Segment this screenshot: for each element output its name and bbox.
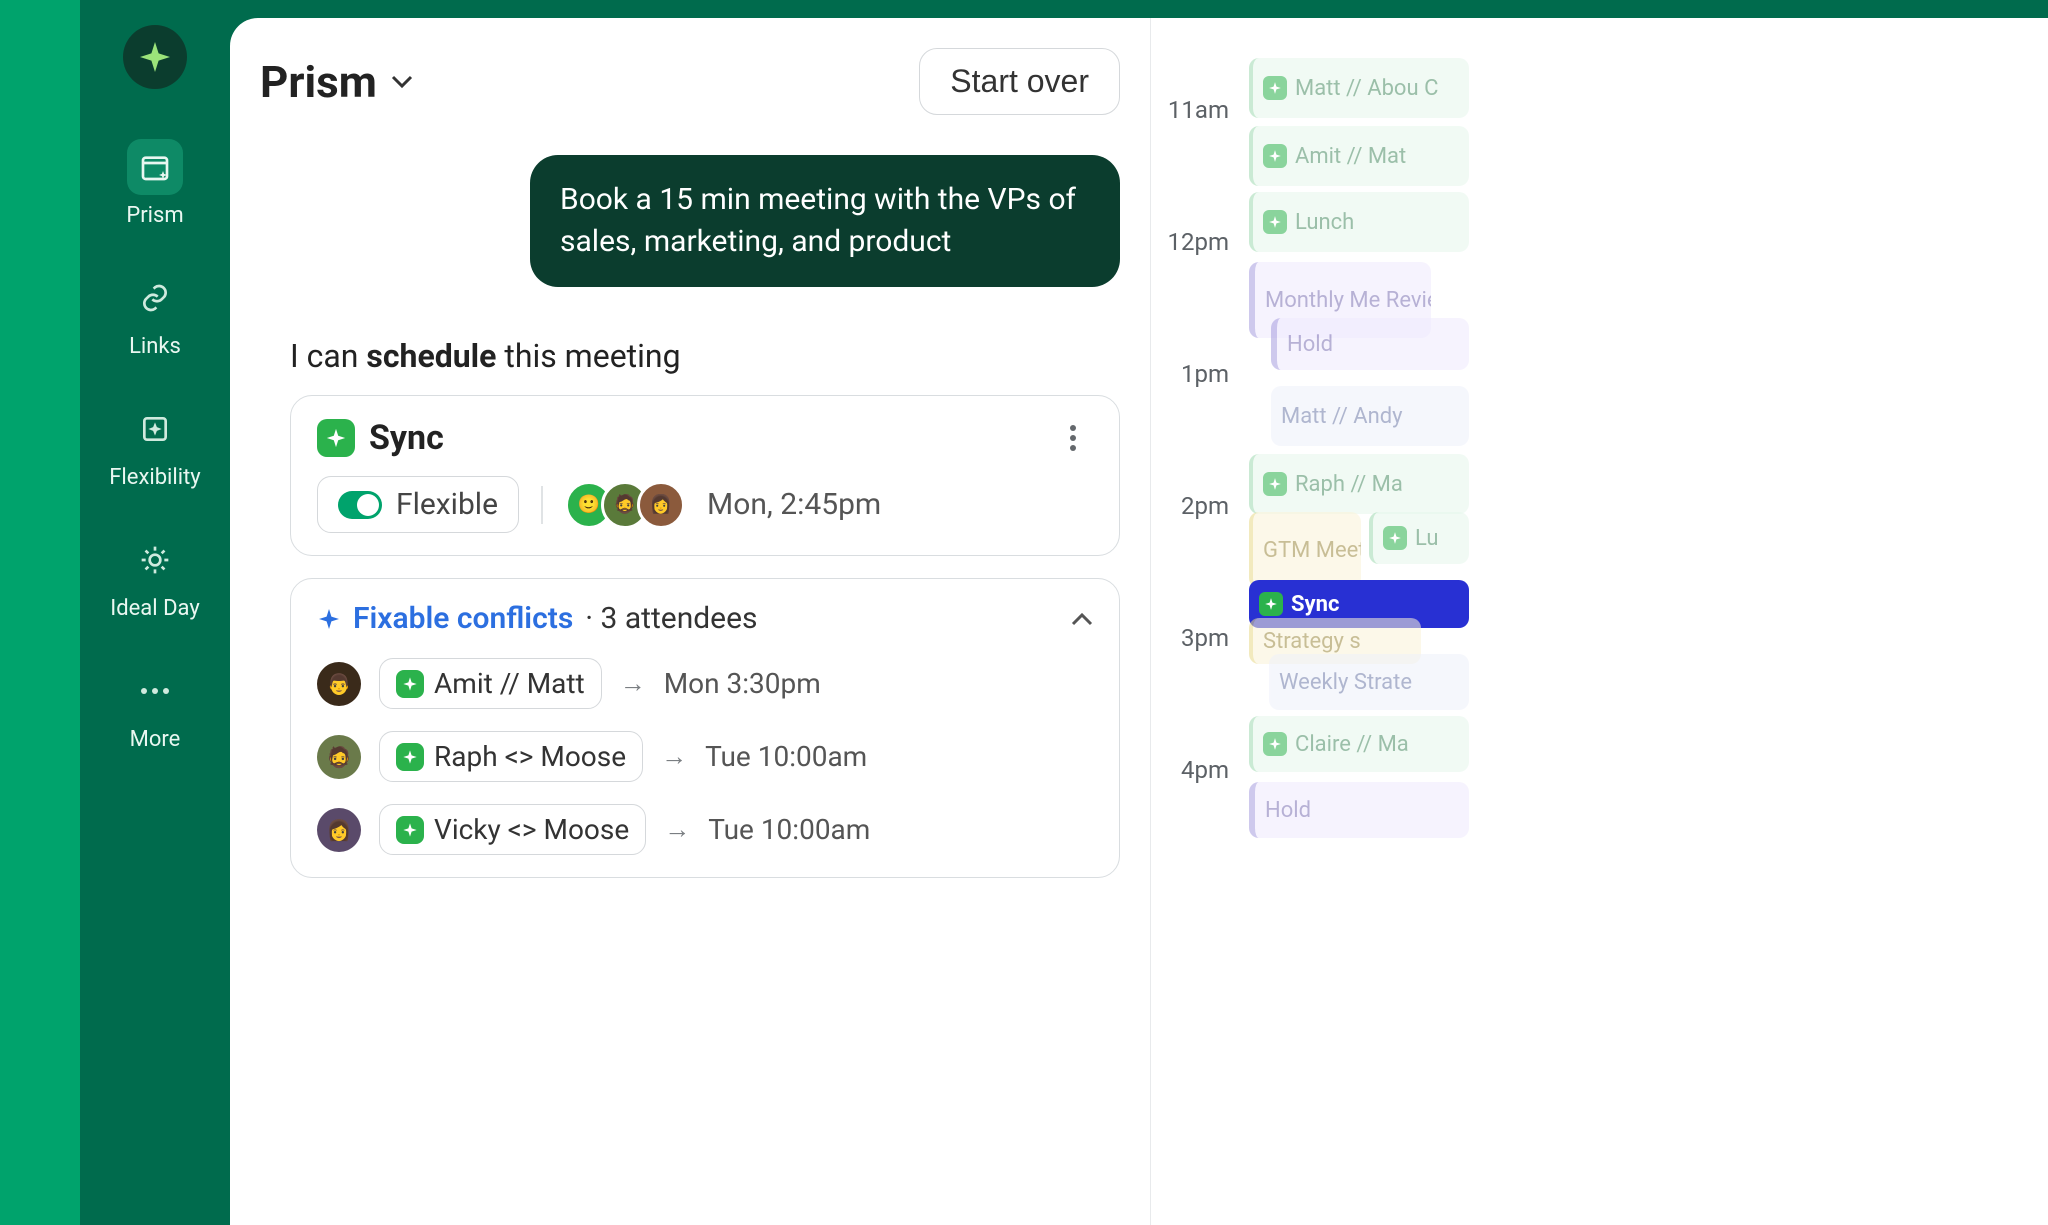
nav-label: Links <box>129 334 181 359</box>
new-time: Tue 10:00am <box>705 740 867 773</box>
attendee-avatars[interactable]: 🙂 🧔 👩 <box>565 481 685 529</box>
assistant-response: I can schedule this meeting <box>290 337 1120 375</box>
sparkle-icon <box>1263 732 1287 756</box>
calendar-event[interactable]: Hold <box>1249 782 1469 838</box>
start-over-button[interactable]: Start over <box>919 48 1120 115</box>
avatar: 🧔 <box>317 735 361 779</box>
meeting-chip[interactable]: Raph <> Moose <box>379 731 643 782</box>
divider <box>541 486 543 524</box>
main-panel: Prism Start over Book a 15 min meeting w… <box>230 18 2048 1225</box>
arrow-right-icon: → <box>620 668 646 699</box>
conflicts-toggle[interactable]: Fixable conflicts · 3 attendees <box>317 601 1093 636</box>
chevron-up-icon <box>1071 612 1093 626</box>
avatar: 👩 <box>317 808 361 852</box>
flex-icon <box>139 413 171 445</box>
nav-ideal-day[interactable]: Ideal Day <box>110 532 199 621</box>
sparkle-icon <box>1263 76 1287 100</box>
sparkle-icon <box>1259 592 1283 616</box>
avatar: 👨 <box>317 662 361 706</box>
sparkle-icon <box>396 743 424 771</box>
meeting-chip[interactable]: Vicky <> Moose <box>379 804 646 855</box>
nav-label: Flexibility <box>109 465 200 490</box>
nav-label: Prism <box>126 203 183 228</box>
conflict-row: 👩 Vicky <> Moose → Tue 10:00am <box>317 804 1093 855</box>
calendar-event[interactable]: Amit // Mat <box>1249 126 1469 186</box>
sparkle-icon <box>1263 210 1287 234</box>
calendar-event[interactable]: Matt // Andy <box>1271 386 1469 446</box>
nav-more[interactable]: More <box>127 663 183 752</box>
link-icon <box>139 282 171 314</box>
calendar-event[interactable]: Hold <box>1271 318 1469 370</box>
ellipsis-icon <box>139 686 171 696</box>
sun-icon <box>139 544 171 576</box>
sparkle-icon <box>317 607 341 631</box>
calendar-event[interactable]: Raph // Ma <box>1249 454 1469 514</box>
meeting-datetime: Mon, 2:45pm <box>707 487 881 522</box>
hour-label: 4pm <box>1151 756 1239 784</box>
avatar: 👩 <box>637 481 685 529</box>
arrow-right-icon: → <box>661 741 687 772</box>
toggle-switch-on[interactable] <box>338 491 382 519</box>
calendar-event[interactable]: Claire // Ma <box>1249 716 1469 772</box>
workspace-title: Prism <box>260 56 377 108</box>
calendar-event[interactable]: Lu <box>1369 512 1469 564</box>
sparkle-icon <box>1263 144 1287 168</box>
calendar-sparkle-icon <box>139 151 171 183</box>
calendar-event[interactable]: Weekly Strate <box>1269 654 1469 710</box>
sync-card: Sync Flexible 🙂 <box>290 395 1120 556</box>
conflict-row: 🧔 Raph <> Moose → Tue 10:00am <box>317 731 1093 782</box>
vertical-ellipsis-icon <box>1070 425 1076 451</box>
hour-label: 2pm <box>1151 492 1239 520</box>
nav-label: More <box>130 727 181 752</box>
arrow-right-icon: → <box>664 814 690 845</box>
user-message: Book a 15 min meeting with the VPs of sa… <box>530 155 1120 287</box>
nav-label: Ideal Day <box>110 596 199 621</box>
hour-label: 12pm <box>1151 228 1239 256</box>
card-menu-button[interactable] <box>1053 418 1093 458</box>
chevron-down-icon <box>391 75 413 89</box>
hour-label: 1pm <box>1151 360 1239 388</box>
nav-prism[interactable]: Prism <box>126 139 183 228</box>
new-time: Mon 3:30pm <box>664 667 821 700</box>
chat-column: Prism Start over Book a 15 min meeting w… <box>230 18 1150 1225</box>
meeting-chip[interactable]: Amit // Matt <box>379 658 602 709</box>
new-time: Tue 10:00am <box>708 813 870 846</box>
sparkle-icon <box>1263 472 1287 496</box>
sparkle-icon <box>1383 526 1407 550</box>
calendar-column[interactable]: 11am 12pm 1pm 2pm 3pm 4pm Matt // Abou C… <box>1150 18 1471 1225</box>
nav-links[interactable]: Links <box>127 270 183 359</box>
calendar-event[interactable]: GTM Meeting <box>1249 512 1361 588</box>
hour-label: 11am <box>1151 96 1239 124</box>
sparkle-icon <box>396 670 424 698</box>
sidebar: Prism Links Flexibility Ideal Day More <box>80 0 230 1225</box>
calendar-event[interactable]: Lunch <box>1249 192 1469 252</box>
app-logo[interactable] <box>123 25 187 89</box>
conflicts-card: Fixable conflicts · 3 attendees 👨 Amit /… <box>290 578 1120 878</box>
workspace-selector[interactable]: Prism <box>260 56 413 108</box>
conflict-row: 👨 Amit // Matt → Mon 3:30pm <box>317 658 1093 709</box>
calendar-event[interactable]: Matt // Abou C <box>1249 58 1469 118</box>
nav-flexibility[interactable]: Flexibility <box>109 401 200 490</box>
sparkle-icon <box>396 816 424 844</box>
sparkle-icon <box>317 419 355 457</box>
flexible-toggle[interactable]: Flexible <box>317 476 519 533</box>
logo-sparkle-icon <box>137 39 173 75</box>
hour-label: 3pm <box>1151 624 1239 652</box>
sync-title: Sync <box>317 418 444 458</box>
